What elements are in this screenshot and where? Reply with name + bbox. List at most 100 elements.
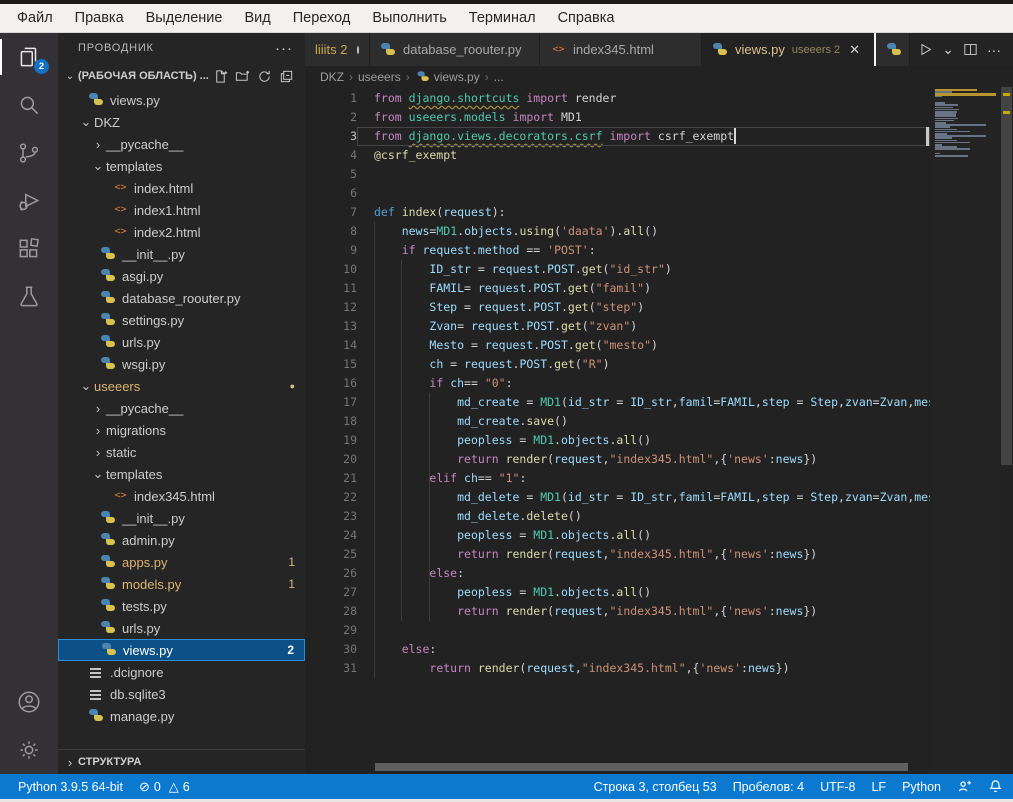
menu-item-Терминал[interactable]: Терминал xyxy=(458,4,547,32)
line-number: 25 xyxy=(305,545,357,564)
line-number: 14 xyxy=(305,336,357,355)
line-number: 13 xyxy=(305,317,357,336)
tree-file-database_roouter.py[interactable]: database_roouter.py xyxy=(58,287,305,309)
menu-item-Вид[interactable]: Вид xyxy=(233,4,281,32)
tree-file-index2.html[interactable]: <>index2.html xyxy=(58,221,305,243)
tab-label: views.py xyxy=(735,42,785,57)
tab-vie[interactable]: vie xyxy=(876,33,910,66)
code-line: md_delete.delete() xyxy=(374,507,930,526)
status-indentation[interactable]: Пробелов: 4 xyxy=(733,780,804,794)
run-button[interactable] xyxy=(913,37,938,63)
new-file-icon[interactable] xyxy=(209,66,231,86)
menu-item-Выполнить[interactable]: Выполнить xyxy=(361,4,457,32)
minimap[interactable] xyxy=(933,87,1000,774)
chevron-right-icon: › xyxy=(90,401,106,416)
refresh-icon[interactable] xyxy=(253,66,275,86)
tab-index345.html[interactable]: <>index345.html xyxy=(540,33,702,66)
run-debug-icon[interactable] xyxy=(0,177,58,225)
settings-icon[interactable] xyxy=(0,726,58,774)
tree-file-wsgi.py[interactable]: wsgi.py xyxy=(58,353,305,375)
menu-item-Справка[interactable]: Справка xyxy=(547,4,626,32)
status-eol[interactable]: LF xyxy=(871,780,886,794)
tree-folder-templates[interactable]: ⌄templates xyxy=(58,463,305,485)
tree-folder-useeers[interactable]: ⌄useeers● xyxy=(58,375,305,397)
breadcrumb-item-DKZ[interactable]: DKZ xyxy=(320,70,344,84)
tree-file-__init__.py[interactable]: __init__.py xyxy=(58,507,305,529)
tab-label: liiits 2 xyxy=(315,42,348,57)
tree-folder-__pycache__[interactable]: ›__pycache__ xyxy=(58,397,305,419)
close-icon[interactable]: ✕ xyxy=(849,42,860,58)
split-editor-button[interactable] xyxy=(958,37,983,63)
menu-item-Файл[interactable]: Файл xyxy=(6,4,64,32)
breadcrumb-item-...[interactable]: ... xyxy=(494,70,504,84)
tab-views.py[interactable]: views.pyuseeers 2✕ xyxy=(702,33,876,66)
menu-item-Выделение[interactable]: Выделение xyxy=(135,4,234,32)
tree-file-asgi.py[interactable]: asgi.py xyxy=(58,265,305,287)
code-line: Zvan= request.POST.get("zvan") xyxy=(374,317,930,336)
new-folder-icon[interactable] xyxy=(231,66,253,86)
line-number: 15 xyxy=(305,355,357,374)
tree-file-views.py[interactable]: views.py xyxy=(58,89,305,111)
tree-file-manage.py[interactable]: manage.py xyxy=(58,705,305,727)
tree-item-label: .dcignore xyxy=(110,665,163,680)
tree-file-db.sqlite3[interactable]: db.sqlite3 xyxy=(58,683,305,705)
menu-item-Переход[interactable]: Переход xyxy=(282,4,362,32)
tree-item-label: settings.py xyxy=(122,313,184,328)
breadcrumb[interactable]: DKZ›useeers›views.py›... xyxy=(305,66,1013,87)
menu-item-Правка[interactable]: Правка xyxy=(64,4,135,32)
tree-file-index1.html[interactable]: <>index1.html xyxy=(58,199,305,221)
tree-file-urls.py[interactable]: urls.py xyxy=(58,331,305,353)
status-cursor-position[interactable]: Строка 3, столбец 53 xyxy=(594,780,717,794)
account-icon[interactable] xyxy=(0,678,58,726)
tree-folder-static[interactable]: ›static xyxy=(58,441,305,463)
code-line: if ch== "0": xyxy=(374,374,930,393)
breadcrumb-item-useeers[interactable]: useeers xyxy=(358,70,401,84)
tree-file-admin.py[interactable]: admin.py xyxy=(58,529,305,551)
tree-item-label: apps.py xyxy=(122,555,168,570)
vertical-scrollbar-thumb[interactable] xyxy=(1001,87,1012,465)
sidebar-more-actions-icon[interactable]: ··· xyxy=(275,40,293,57)
more-actions-button[interactable]: ··· xyxy=(983,37,1005,63)
indent-guide xyxy=(374,222,375,678)
breadcrumb-item-views.py[interactable]: views.py xyxy=(434,70,480,84)
horizontal-scrollbar-thumb[interactable] xyxy=(375,763,908,771)
tab-liiits-2[interactable]: liiits 2 xyxy=(305,33,370,66)
status-python-version[interactable]: Python 3.9.5 64-bit xyxy=(18,779,123,795)
tree-file-__init__.py[interactable]: __init__.py xyxy=(58,243,305,265)
tree-file-apps.py[interactable]: apps.py1 xyxy=(58,551,305,573)
tree-item-label: __init__.py xyxy=(122,247,185,262)
tree-file-settings.py[interactable]: settings.py xyxy=(58,309,305,331)
status-language[interactable]: Python xyxy=(902,780,941,794)
tree-file-index345.html[interactable]: <>index345.html xyxy=(58,485,305,507)
status-problems[interactable]: ⊘0△6 xyxy=(139,779,198,795)
run-dropdown[interactable]: ⌄ xyxy=(938,37,958,63)
tree-file-views.py[interactable]: views.py2 xyxy=(58,639,305,661)
tree-file-index.html[interactable]: <>index.html xyxy=(58,177,305,199)
tree-file-urls.py[interactable]: urls.py xyxy=(58,617,305,639)
line-number: 7 xyxy=(305,203,357,222)
tree-file-models.py[interactable]: models.py1 xyxy=(58,573,305,595)
tree-file-tests.py[interactable]: tests.py xyxy=(58,595,305,617)
tree-folder-templates[interactable]: ⌄templates xyxy=(58,155,305,177)
workspace-section-header[interactable]: ⌄ (РАБОЧАЯ ОБЛАСТЬ) ... xyxy=(58,63,305,89)
extensions-icon[interactable] xyxy=(0,225,58,273)
status-feedback[interactable] xyxy=(957,779,972,794)
status-encoding[interactable]: UTF-8 xyxy=(820,780,855,794)
python-file-icon xyxy=(100,290,117,306)
code-line: peopless = MD1.objects.all() xyxy=(374,431,930,450)
code-editor[interactable]: 1234567891011121314151617181920212223242… xyxy=(305,87,1013,774)
testing-icon[interactable] xyxy=(0,273,58,321)
tree-folder-__pycache__[interactable]: ›__pycache__ xyxy=(58,133,305,155)
python-file-icon xyxy=(886,42,903,58)
tree-folder-migrations[interactable]: ›migrations xyxy=(58,419,305,441)
source-control-icon[interactable] xyxy=(0,129,58,177)
vertical-scrollbar[interactable] xyxy=(1000,87,1013,774)
explorer-icon[interactable]: 2 xyxy=(0,33,58,81)
tab-database_roouter.py[interactable]: database_roouter.py xyxy=(370,33,540,66)
search-icon[interactable] xyxy=(0,81,58,129)
collapse-all-icon[interactable] xyxy=(275,66,297,86)
tree-file-.dcignore[interactable]: .dcignore xyxy=(58,661,305,683)
tree-folder-DKZ[interactable]: ⌄DKZ xyxy=(58,111,305,133)
outline-section-header[interactable]: › СТРУКТУРА xyxy=(58,749,305,774)
status-notifications[interactable] xyxy=(988,779,1003,794)
